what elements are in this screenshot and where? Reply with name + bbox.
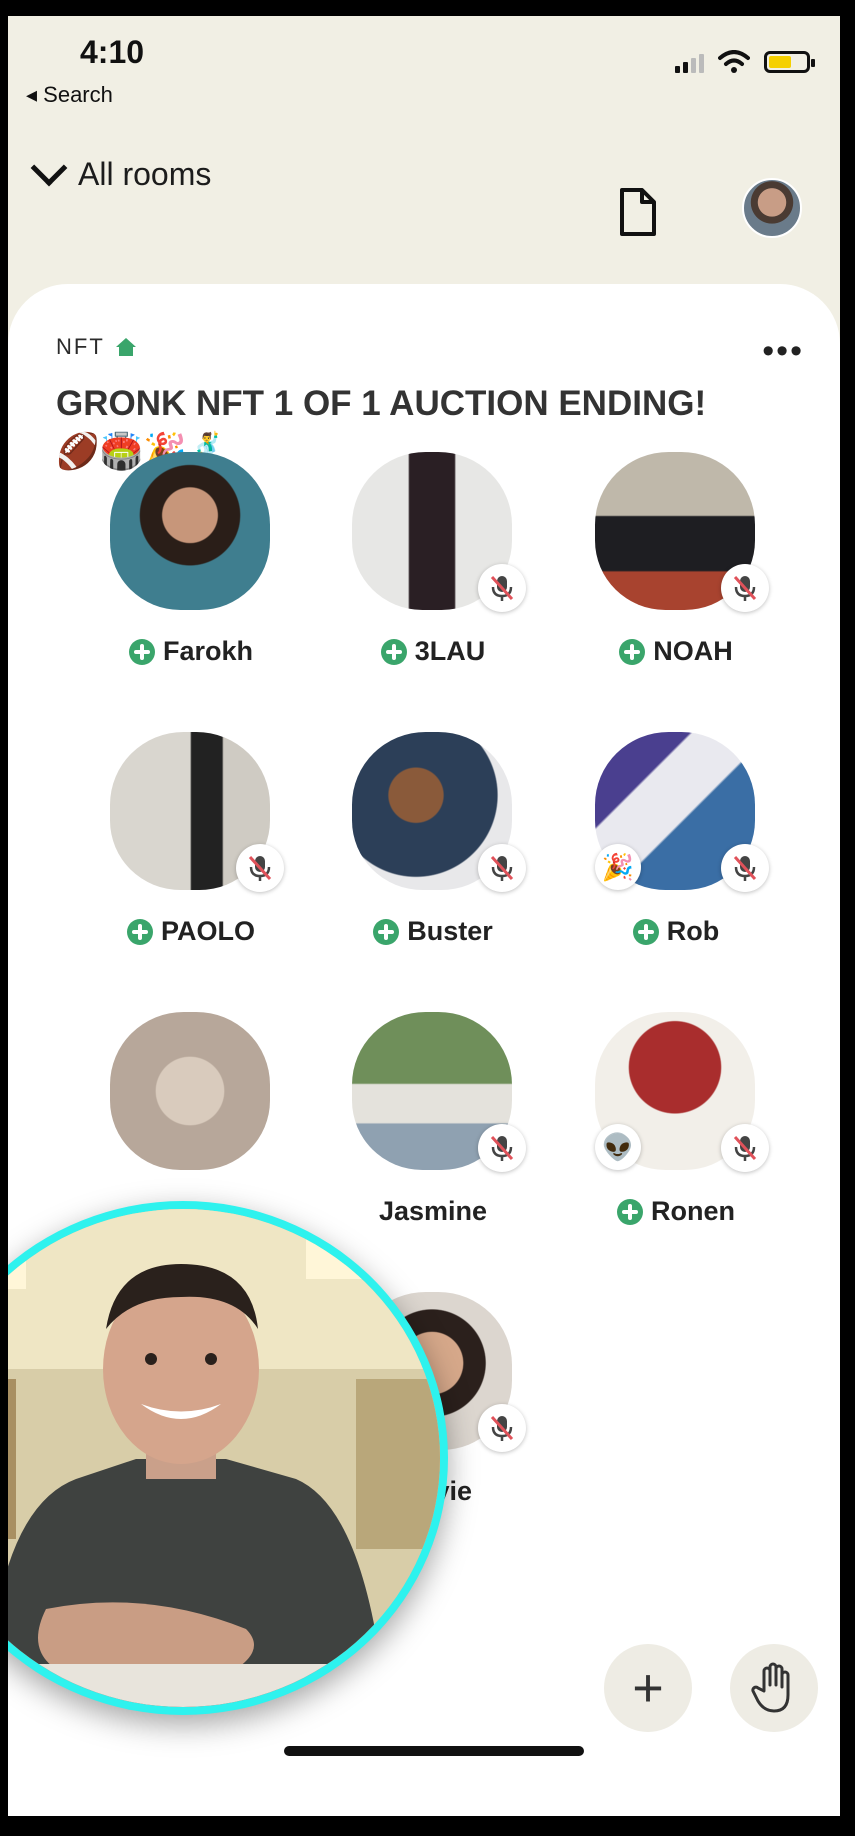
- speaker-name-text: Farokh: [162, 636, 254, 666]
- moderator-icon: [617, 1198, 643, 1225]
- chevron-down-icon: [30, 149, 68, 186]
- back-to-search[interactable]: ◂ Search: [26, 82, 113, 108]
- club-tag[interactable]: NFT: [56, 334, 137, 360]
- muted-mic-icon: [721, 1124, 769, 1172]
- speaker-tile[interactable]: 3LAU: [328, 452, 528, 682]
- battery-icon: [764, 51, 815, 73]
- muted-mic-icon: [478, 1124, 526, 1172]
- speaker-tile[interactable]: Jasmine: [328, 1012, 528, 1242]
- speaker-name-text: Buster: [407, 916, 493, 946]
- muted-mic-icon: [236, 844, 284, 892]
- speaker-name-text: PAOLO: [161, 916, 255, 946]
- muted-mic-icon: [478, 844, 526, 892]
- moderator-icon: [128, 638, 155, 665]
- profile-avatar[interactable]: [742, 178, 802, 238]
- speaker-name-text: Rob: [666, 916, 720, 946]
- speaker-tile[interactable]: NOAH: [571, 452, 771, 682]
- speaker-tile[interactable]: PAOLO: [86, 732, 286, 962]
- muted-mic-icon: [721, 564, 769, 612]
- header: All rooms: [8, 149, 840, 238]
- muted-mic-icon: [478, 1404, 526, 1452]
- moderator-icon: [373, 918, 400, 945]
- all-rooms-label: All rooms: [78, 156, 212, 192]
- muted-mic-icon: [478, 564, 526, 612]
- speaker-name-text: 3LAU: [414, 636, 486, 666]
- speaker-name-text: Ronen: [651, 1196, 735, 1226]
- speaker-name: Farokh: [86, 636, 296, 667]
- muted-mic-icon: [721, 844, 769, 892]
- status-time: 4:10: [80, 34, 145, 70]
- speaker-name: Rob: [571, 916, 781, 947]
- speaker-name: NOAH: [571, 636, 781, 667]
- speaker-avatar[interactable]: [110, 1012, 270, 1170]
- speaker-name: Ronen: [571, 1196, 781, 1227]
- add-button[interactable]: +: [604, 1644, 692, 1732]
- hand-icon: [751, 1662, 790, 1713]
- wifi-icon: [718, 50, 750, 73]
- speaker-name: PAOLO: [86, 916, 296, 947]
- document-icon[interactable]: [618, 186, 658, 238]
- speaker-tile[interactable]: Farokh: [86, 452, 286, 682]
- signal-icon: [675, 51, 704, 73]
- all-rooms-button[interactable]: All rooms: [28, 149, 212, 193]
- moderator-icon: [127, 918, 153, 945]
- status-icons: [675, 50, 815, 74]
- raise-hand-button[interactable]: [730, 1644, 818, 1732]
- speaker-tile[interactable]: 🎉 Rob: [571, 732, 771, 962]
- moderator-icon: [619, 638, 646, 665]
- speaker-name-text: NOAH: [653, 636, 733, 666]
- phone-screen: 4:10 ◂ Search All rooms NFT ••• GRONK NF…: [8, 16, 840, 1816]
- club-name: NFT: [56, 334, 105, 359]
- emoji-badge-icon: 👽: [595, 1124, 641, 1170]
- more-options-button[interactable]: •••: [762, 332, 804, 371]
- speaker-name: Jasmine: [328, 1196, 538, 1227]
- video-person-image: [8, 1209, 440, 1707]
- speaker-name: 3LAU: [328, 636, 538, 667]
- speaker-name: Buster: [328, 916, 538, 947]
- house-icon: [115, 338, 136, 356]
- speaker-tile[interactable]: Buster: [328, 732, 528, 962]
- speaker-avatar[interactable]: [110, 452, 270, 610]
- emoji-badge-icon: 🎉: [595, 844, 641, 890]
- speaker-name-text: Jasmine: [378, 1196, 488, 1226]
- moderator-icon: [632, 918, 659, 945]
- home-indicator[interactable]: [284, 1746, 584, 1756]
- moderator-icon: [380, 638, 407, 665]
- speaker-tile[interactable]: 👽 Ronen: [571, 1012, 771, 1242]
